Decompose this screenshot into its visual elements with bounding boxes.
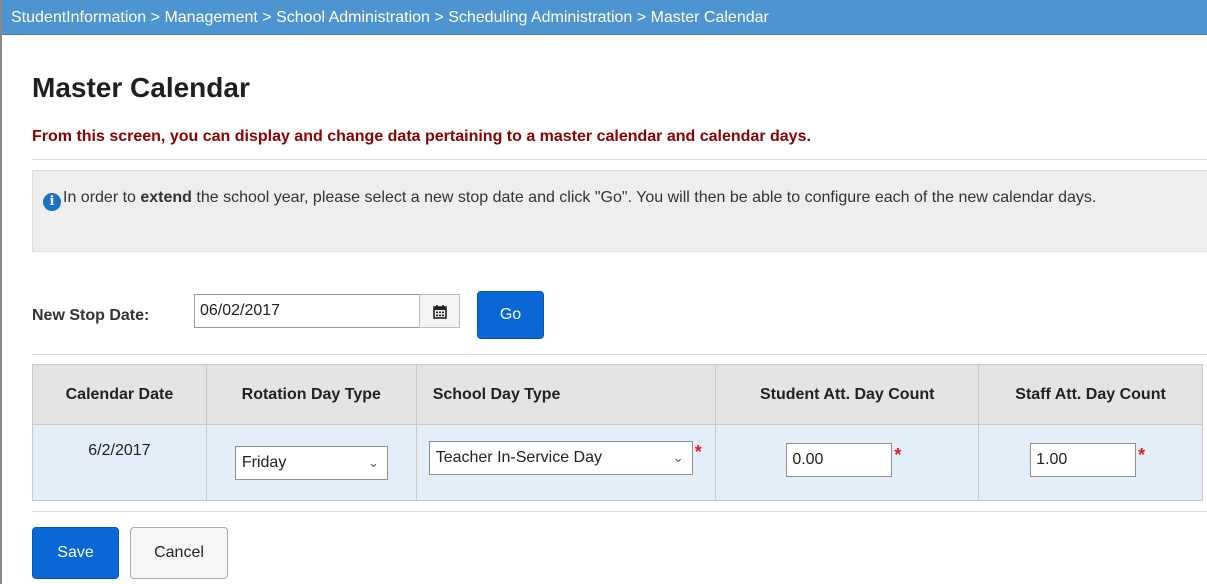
page-subtitle: From this screen, you can display and ch…: [32, 128, 811, 145]
required-marker: *: [894, 445, 902, 465]
info-text-after: the school year, please select a new sto…: [191, 189, 1097, 206]
divider: [32, 354, 1207, 355]
breadcrumb-separator: >: [434, 9, 449, 26]
rotation-day-type-value: Friday: [241, 454, 287, 471]
table-header-row: Calendar Date Rotation Day Type School D…: [32, 364, 1203, 425]
school-day-type-cell: Teacher In-Service Day ⌄ *: [415, 424, 717, 501]
required-marker: *: [1138, 445, 1146, 465]
staff-att-day-count-cell: *: [978, 424, 1203, 501]
rotation-day-type-select[interactable]: Friday ⌄: [234, 446, 388, 480]
new-stop-date-label: New Stop Date:: [32, 307, 150, 324]
calendar-days-table: Calendar Date Rotation Day Type School D…: [32, 364, 1203, 501]
breadcrumb-separator: >: [150, 9, 165, 26]
divider: [32, 511, 1207, 512]
header-staff-att-day-count: Staff Att. Day Count: [978, 364, 1203, 425]
calendar-icon: [432, 304, 447, 319]
cancel-button[interactable]: Cancel: [130, 527, 228, 579]
go-button[interactable]: Go: [477, 291, 544, 339]
student-att-day-count-input[interactable]: [786, 443, 893, 477]
page-frame: StudentInformation > Management > School…: [0, 0, 1207, 584]
info-icon: i: [43, 193, 61, 211]
calendar-date-cell: 6/2/2017: [32, 424, 207, 501]
breadcrumb-item-scheduling-administration[interactable]: Scheduling Administration: [448, 9, 632, 26]
info-message: i In order to extend the school year, ple…: [32, 170, 1207, 252]
new-stop-date-input[interactable]: [194, 294, 420, 328]
chevron-down-icon: ⌄: [367, 455, 379, 470]
breadcrumb-separator: >: [636, 9, 651, 26]
student-att-day-count-cell: *: [715, 424, 980, 501]
header-rotation-day-type: Rotation Day Type: [205, 364, 417, 425]
header-student-att-day-count: Student Att. Day Count: [715, 364, 980, 425]
school-day-type-select[interactable]: Teacher In-Service Day ⌄: [428, 441, 693, 475]
chevron-down-icon: ⌄: [672, 450, 684, 465]
staff-att-day-count-input[interactable]: [1030, 443, 1137, 477]
info-text-bold: extend: [140, 189, 192, 206]
breadcrumb: StudentInformation > Management > School…: [2, 0, 1207, 35]
school-day-type-value: Teacher In-Service Day: [435, 449, 602, 466]
table-row: 6/2/2017 Friday ⌄ Teacher In-Service Day…: [32, 424, 1203, 501]
breadcrumb-item-studentinformation[interactable]: StudentInformation: [11, 9, 146, 26]
calendar-picker-button[interactable]: [419, 294, 460, 328]
breadcrumb-item-master-calendar: Master Calendar: [650, 9, 769, 26]
info-text-before: In order to: [63, 189, 141, 206]
page-title: Master Calendar: [32, 72, 250, 103]
divider: [32, 159, 1207, 160]
breadcrumb-item-management[interactable]: Management: [164, 9, 257, 26]
header-school-day-type: School Day Type: [415, 364, 717, 425]
save-button[interactable]: Save: [32, 527, 119, 579]
breadcrumb-separator: >: [262, 9, 277, 26]
breadcrumb-item-school-administration[interactable]: School Administration: [276, 9, 430, 26]
rotation-day-type-cell: Friday ⌄: [205, 424, 417, 501]
required-marker: *: [694, 442, 702, 462]
header-calendar-date: Calendar Date: [32, 364, 207, 425]
